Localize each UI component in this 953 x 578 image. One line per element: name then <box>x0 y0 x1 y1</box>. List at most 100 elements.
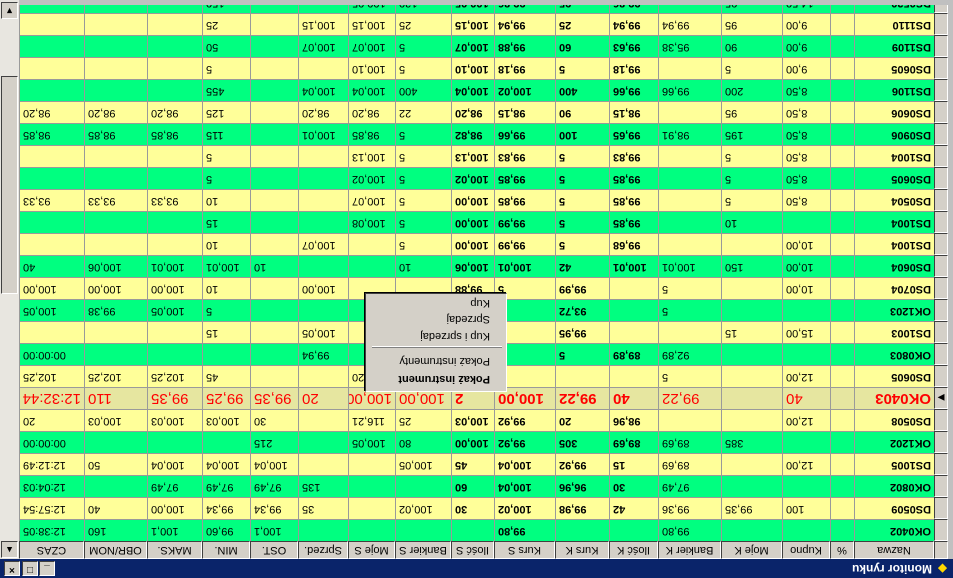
maximize-button[interactable]: □ <box>22 561 38 576</box>
column-header-0[interactable]: Nazwa <box>854 541 934 559</box>
row-selector[interactable] <box>934 321 948 343</box>
table-cell: 150 <box>202 5 250 13</box>
table-row[interactable]: DS0509 100 99,35 99,36 42 99,98 100,02 30 100,02… <box>19 497 948 519</box>
table-cell: 97,49 <box>147 475 202 497</box>
row-selector[interactable] <box>934 475 948 497</box>
table-cell <box>830 453 854 475</box>
table-row[interactable]: OK0402 99,80 99,80 100,1 99,60 100,1 160 12:38:… <box>19 519 948 541</box>
menu-item-pokaz-instrument[interactable]: Pokaż instrument <box>370 370 504 387</box>
row-selector[interactable] <box>934 233 948 255</box>
menu-item-pokaz-instrumenty[interactable]: Pokaż instrumenty <box>370 352 504 369</box>
table-row[interactable]: DS1110 9,00 95 99,94 99,94 25 99,94 100,15 25 100… <box>19 13 948 35</box>
column-header-3[interactable]: Moje K <box>721 541 782 559</box>
column-header-14[interactable]: MAKS. <box>147 541 202 559</box>
table-cell: 12:38:05 <box>19 519 84 541</box>
table-row[interactable]: DS052014,509599,869599,86100,05120100,05… <box>19 5 948 13</box>
table-cell <box>147 13 202 35</box>
column-header-15[interactable]: OBR/NOM <box>84 541 147 559</box>
table-cell: 102,25 <box>84 365 147 387</box>
scroll-thumb[interactable] <box>1 76 18 294</box>
table-cell: 97,49 <box>250 475 298 497</box>
row-selector-current-icon[interactable]: ▶ <box>934 387 948 409</box>
column-header-11[interactable]: Sprzed. <box>298 541 348 559</box>
vertical-scrollbar[interactable]: ▲ ▼ <box>0 0 19 559</box>
table-cell <box>250 321 298 343</box>
column-header-10[interactable]: Moje S <box>348 541 395 559</box>
row-selector[interactable] <box>934 79 948 101</box>
table-row[interactable]: DS1109 9,00 90 95,38 99,63 60 99,88 100,07 5 100,… <box>19 35 948 57</box>
table-cell: 99,85 <box>494 167 555 189</box>
table-cell: 100,02 <box>451 167 494 189</box>
table-cell: DS1005 <box>854 453 934 475</box>
table-cell <box>84 5 147 13</box>
table-row[interactable]: OK0802 97,49 30 96,96 100,04 60 135 97,49 97,49 9… <box>19 475 948 497</box>
row-selector[interactable] <box>934 145 948 167</box>
table-row[interactable]: DS0906 8,50 195 98,91 99,65 100 99,66 98,82 5 98,… <box>19 123 948 145</box>
row-selector[interactable] <box>934 123 948 145</box>
table-cell: 100,07 <box>348 189 395 211</box>
table-row[interactable]: DS1005 12,00 89,69 15 99,92 100,04 45 100,05 100… <box>19 453 948 475</box>
row-selector[interactable] <box>934 497 948 519</box>
row-selector[interactable] <box>934 299 948 321</box>
row-selector[interactable] <box>934 35 948 57</box>
table-cell: 100,00 <box>84 277 147 299</box>
column-header-8[interactable]: Ilość S <box>451 541 494 559</box>
column-header-4[interactable]: Bankier K <box>658 541 721 559</box>
row-selector[interactable] <box>934 13 948 35</box>
row-selector[interactable] <box>934 453 948 475</box>
scroll-up-icon[interactable]: ▲ <box>1 541 18 558</box>
column-header-12[interactable]: OST. <box>250 541 298 559</box>
table-cell: DS0604 <box>854 255 934 277</box>
column-header-9[interactable]: Bankier S <box>395 541 451 559</box>
row-selector[interactable] <box>934 101 948 123</box>
title-bar[interactable]: ◆ Monitor rynku _ □ × <box>0 559 953 578</box>
row-selector[interactable] <box>934 255 948 277</box>
market-grid[interactable]: OK0402 99,80 99,80 100,1 99,60 100,1 160 12:38:… <box>19 5 948 541</box>
table-row[interactable]: DS1004 8,50 5 99,83 5 99,83 100,13 5 100,13 5 <box>19 145 948 167</box>
table-cell <box>250 57 298 79</box>
column-header-2[interactable]: Kupno <box>782 541 830 559</box>
table-row[interactable]: DS0508 12,00 98,96 20 99,92 100,03 25 116,21 30 1… <box>19 409 948 431</box>
table-row[interactable]: DS0605 9,00 5 99,18 5 99,18 100,10 5 100,10 5 <box>19 57 948 79</box>
table-cell <box>721 277 782 299</box>
table-row[interactable]: OK1202 385 89,69 89,69 305 99,92 100,00 80 100,0… <box>19 431 948 453</box>
column-header-6[interactable]: Kurs K <box>555 541 609 559</box>
row-selector[interactable] <box>934 57 948 79</box>
table-cell: 98,20 <box>298 101 348 123</box>
row-selector[interactable] <box>934 167 948 189</box>
minimize-button[interactable]: _ <box>39 561 55 576</box>
table-cell <box>782 299 830 321</box>
scroll-down-icon[interactable]: ▼ <box>1 2 18 19</box>
table-row[interactable]: DS1004 10,00 99,68 5 99,99 100,00 5 100,07 10 <box>19 233 948 255</box>
table-row[interactable]: DS1106 8,50 200 99,66 99,66 400 100,02 100,04 40… <box>19 79 948 101</box>
row-selector[interactable] <box>934 211 948 233</box>
close-button[interactable]: × <box>4 561 20 576</box>
column-header-7[interactable]: Kurs S <box>494 541 555 559</box>
table-row[interactable]: DS0605 8,50 5 99,85 5 99,85 100,02 5 100,02 5 <box>19 167 948 189</box>
table-cell <box>147 321 202 343</box>
row-selector[interactable] <box>934 5 948 13</box>
table-row[interactable]: DS0606 8,50 95 98,15 90 98,15 98,20 22 98,20 98,2… <box>19 101 948 123</box>
table-row[interactable]: DS1004 10 99,85 5 99,99 100,00 5 100,08 15 <box>19 211 948 233</box>
row-selector[interactable] <box>934 431 948 453</box>
column-header-5[interactable]: Ilość K <box>609 541 658 559</box>
row-selector[interactable] <box>934 409 948 431</box>
row-selector[interactable] <box>934 343 948 365</box>
row-selector[interactable] <box>934 277 948 299</box>
table-cell <box>830 13 854 35</box>
menu-item-kup-i-sprzedaj[interactable]: Kup i sprzedaj <box>370 327 504 344</box>
column-header-1[interactable]: % <box>830 541 854 559</box>
menu-item-kup[interactable]: Kup <box>370 294 504 311</box>
row-selector[interactable] <box>934 365 948 387</box>
row-selector[interactable] <box>934 189 948 211</box>
menu-item-sprzedaj[interactable]: Sprzedaj <box>370 310 504 327</box>
table-cell <box>147 211 202 233</box>
column-header-13[interactable]: MIN. <box>202 541 250 559</box>
column-header-16[interactable]: CZAS <box>19 541 84 559</box>
table-cell: 89,69 <box>658 431 721 453</box>
row-selector[interactable] <box>934 519 948 541</box>
table-row[interactable]: DS0504 8,50 5 99,85 5 99,85 100,00 5 100,07 10 93,… <box>19 189 948 211</box>
table-row[interactable]: DS0604 10,00 150 100,01 100,01 42 100,01 100,06… <box>19 255 948 277</box>
table-cell <box>830 409 854 431</box>
table-cell: 99,80 <box>494 519 555 541</box>
